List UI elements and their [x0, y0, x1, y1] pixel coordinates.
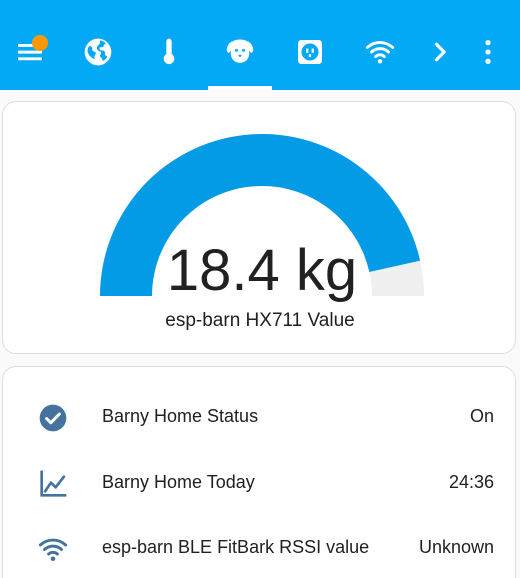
entity-state: 24:36	[448, 472, 494, 492]
entity-row-status[interactable]: Barny Home Status On	[3, 391, 517, 441]
check-circle-icon	[37, 402, 69, 434]
active-tab-indicator	[208, 86, 272, 90]
entity-name: Barny Home Status	[102, 406, 259, 426]
wifi-icon	[365, 41, 395, 64]
entities-card: Barny Home Status On Barny Home Today 24…	[2, 366, 516, 578]
wifi-icon	[37, 533, 69, 565]
chevron-right-icon	[434, 42, 446, 62]
chart-line-icon	[37, 468, 69, 500]
entity-state: Unknown	[418, 537, 494, 557]
entity-state: On	[469, 406, 494, 426]
app-toolbar	[0, 0, 520, 90]
entity-row-today[interactable]: Barny Home Today 24:36	[3, 457, 517, 507]
entity-row-rssi[interactable]: esp-barn BLE FitBark RSSI value Unknown	[3, 522, 517, 572]
tab-thermometer[interactable]	[139, 20, 199, 84]
menu-button[interactable]	[0, 20, 60, 84]
tab-power-socket[interactable]	[280, 20, 340, 84]
dog-icon	[226, 39, 254, 63]
gauge-name: esp-barn HX711 Value	[165, 310, 355, 331]
power-socket-icon	[298, 40, 322, 64]
globe-icon	[84, 38, 112, 66]
tab-dog[interactable]	[210, 20, 270, 84]
entity-name: Barny Home Today	[102, 472, 255, 492]
gauge-value: 18.4 kg	[166, 238, 358, 303]
entity-name: esp-barn BLE FitBark RSSI value	[102, 537, 370, 557]
gauge-card[interactable]: 18.4 kg esp-barn HX711 Value	[2, 101, 516, 354]
overflow-menu-button[interactable]	[458, 20, 518, 84]
tab-wifi[interactable]	[350, 20, 410, 84]
dots-vertical-icon	[485, 40, 491, 64]
tab-globe[interactable]	[68, 20, 128, 84]
notification-badge	[32, 35, 48, 51]
thermometer-icon	[163, 38, 175, 65]
